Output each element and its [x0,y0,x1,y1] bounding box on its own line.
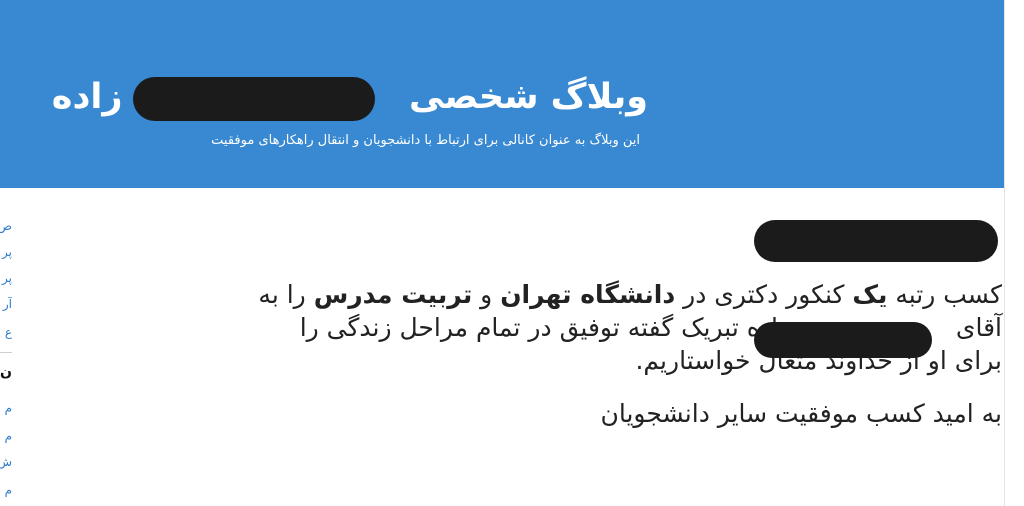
post-text: و [480,280,493,309]
redacted-post-title [754,220,998,262]
sidebar-link[interactable]: م [5,428,12,444]
post-bold-text: دانشگاه تهران [500,280,676,309]
sidebar-link[interactable]: ع [5,324,12,340]
page-edge [1004,0,1024,506]
post-bold-text: تربیت مدرس [313,280,473,309]
sidebar-heading: ن [0,364,12,380]
sidebar-link[interactable]: ش [0,454,12,470]
sidebar: ص پر پر آر ع ن م م ش م [0,214,12,506]
sidebar-link[interactable]: پر [2,270,12,286]
sidebar-link[interactable]: آر [3,296,12,312]
blog-tagline: این وبلاگ به عنوان کانالی برای ارتباط با… [211,133,640,148]
post-text: را به [258,280,306,309]
post-text: کنکور دکتری در [683,280,845,309]
sidebar-link[interactable]: م [5,482,12,498]
sidebar-link[interactable]: ص [0,218,12,234]
sidebar-divider [0,352,12,353]
post-text: آقای [955,313,1002,342]
post-text: زاده تبریک گفته توفیق در تمام مراحل زندگ… [299,313,790,342]
post-text: کسب رتبه [895,280,1002,309]
blog-header: وبلاگ شخصی زاده این وبلاگ به عنوان کانال… [0,0,1004,188]
redacted-name-block [133,77,375,121]
sidebar-link[interactable]: پر [2,244,12,260]
post-bold-text: یک [852,280,888,309]
sidebar-link[interactable]: م [5,400,12,416]
post-closing: به امید کسب موفقیت سایر دانشجویان [600,399,1003,428]
blog-title-prefix[interactable]: وبلاگ شخصی [409,77,648,117]
blog-title-suffix[interactable]: زاده [52,77,123,117]
redacted-name-inline [754,322,932,358]
